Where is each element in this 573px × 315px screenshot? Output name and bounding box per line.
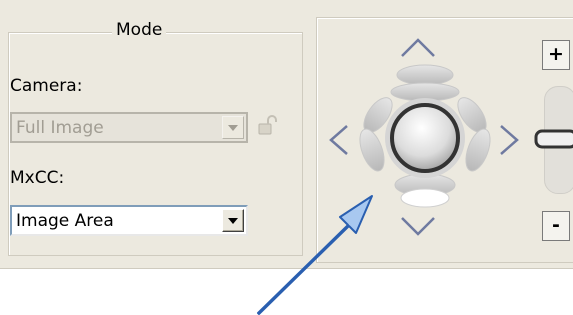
annotation-arrow <box>257 195 373 315</box>
